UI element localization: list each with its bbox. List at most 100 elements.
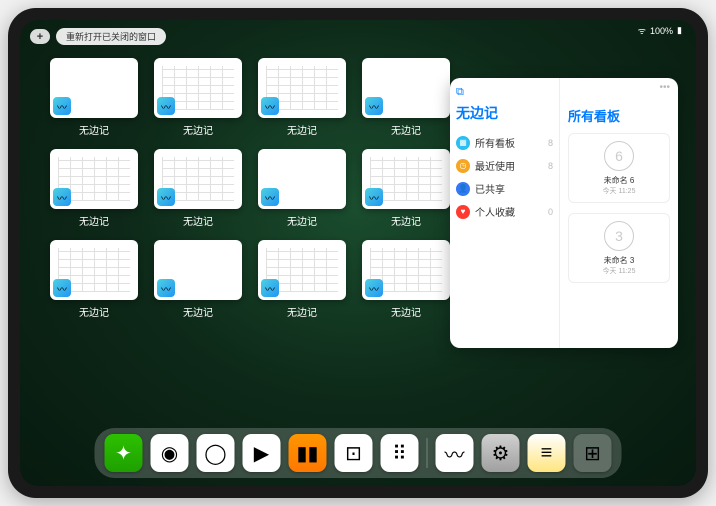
freeform-app-icon: 〰 bbox=[261, 279, 279, 297]
app-window-tile[interactable]: 〰无边记 bbox=[258, 149, 346, 228]
reopen-closed-window-pill[interactable]: 重新打开已关闭的窗口 bbox=[56, 28, 166, 45]
panel-sidebar: ⧉ 无边记 ▦ 所有看板 8 ◷ 最近使用 8 👤 已共享 ♥ 个人收藏 0 bbox=[450, 78, 560, 348]
person-icon: 👤 bbox=[456, 182, 470, 196]
ipad-frame: ᯤ 100% ▮ + 重新打开已关闭的窗口 〰无边记〰无边记〰无边记〰无边记〰无… bbox=[8, 8, 708, 498]
freeform-icon[interactable]: 〰 bbox=[436, 434, 474, 472]
window-thumbnail: 〰 bbox=[362, 58, 450, 118]
freeform-app-icon: 〰 bbox=[53, 188, 71, 206]
board-name: 未命名 6 bbox=[604, 175, 635, 186]
freeform-app-icon: 〰 bbox=[365, 188, 383, 206]
window-thumbnail: 〰 bbox=[50, 240, 138, 300]
app-window-tile[interactable]: 〰无边记 bbox=[50, 240, 138, 319]
window-thumbnail: 〰 bbox=[258, 58, 346, 118]
app-window-tile[interactable]: 〰无边记 bbox=[154, 240, 242, 319]
sidebar-toggle-icon[interactable]: ⧉ bbox=[456, 86, 553, 99]
grid-icon: ▦ bbox=[456, 136, 470, 150]
sidebar-item-grid[interactable]: ▦ 所有看板 8 bbox=[456, 131, 553, 154]
board-card[interactable]: 6 未命名 6今天 11:25 bbox=[568, 133, 670, 203]
app-switcher-grid: 〰无边记〰无边记〰无边记〰无边记〰无边记〰无边记〰无边记〰无边记〰无边记〰无边记… bbox=[50, 58, 450, 319]
ellipsis-icon[interactable]: ••• bbox=[659, 82, 670, 93]
app-window-tile[interactable]: 〰无边记 bbox=[362, 149, 450, 228]
app-window-tile[interactable]: 〰无边记 bbox=[50, 58, 138, 137]
freeform-app-icon: 〰 bbox=[365, 97, 383, 115]
app-window-tile[interactable]: 〰无边记 bbox=[258, 240, 346, 319]
battery-percent: 100% bbox=[650, 26, 673, 36]
nav-label: 最近使用 bbox=[475, 158, 515, 173]
window-thumbnail: 〰 bbox=[154, 240, 242, 300]
heart-icon: ♥ bbox=[456, 205, 470, 219]
window-thumbnail: 〰 bbox=[154, 58, 242, 118]
settings-icon[interactable]: ⚙ bbox=[482, 434, 520, 472]
tile-label: 无边记 bbox=[183, 304, 213, 319]
window-thumbnail: 〰 bbox=[50, 149, 138, 209]
app-window-tile[interactable]: 〰无边记 bbox=[362, 240, 450, 319]
tile-label: 无边记 bbox=[287, 122, 317, 137]
app-window-tile[interactable]: 〰无边记 bbox=[154, 149, 242, 228]
window-thumbnail: 〰 bbox=[258, 149, 346, 209]
books-icon[interactable]: ▮▮ bbox=[289, 434, 327, 472]
play-icon[interactable]: ▶ bbox=[243, 434, 281, 472]
freeform-app-icon: 〰 bbox=[261, 97, 279, 115]
window-thumbnail: 〰 bbox=[258, 240, 346, 300]
app-window-tile[interactable]: 〰无边记 bbox=[154, 58, 242, 137]
tile-label: 无边记 bbox=[287, 304, 317, 319]
board-thumbnail: 3 bbox=[604, 221, 634, 251]
freeform-app-icon: 〰 bbox=[157, 97, 175, 115]
sidebar-item-person[interactable]: 👤 已共享 bbox=[456, 177, 553, 200]
tile-label: 无边记 bbox=[391, 122, 421, 137]
wifi-icon: ᯤ bbox=[638, 24, 646, 37]
freeform-panel: ••• ⧉ 无边记 ▦ 所有看板 8 ◷ 最近使用 8 👤 已共享 ♥ 个人收藏 0 所有看板 6 未… bbox=[450, 78, 678, 348]
dots-icon[interactable]: ⠿ bbox=[381, 434, 419, 472]
status-bar: ᯤ 100% ▮ bbox=[638, 24, 682, 37]
screen: ᯤ 100% ▮ + 重新打开已关闭的窗口 〰无边记〰无边记〰无边记〰无边记〰无… bbox=[20, 20, 696, 486]
tile-label: 无边记 bbox=[79, 122, 109, 137]
window-thumbnail: 〰 bbox=[154, 149, 242, 209]
top-bar: + 重新打开已关闭的窗口 bbox=[30, 28, 166, 45]
tile-label: 无边记 bbox=[391, 304, 421, 319]
board-card[interactable]: 3未命名 3今天 11:25 bbox=[568, 213, 670, 283]
freeform-app-icon: 〰 bbox=[157, 188, 175, 206]
quark-hd-icon[interactable]: ◉ bbox=[151, 434, 189, 472]
board-time: 今天 11:25 bbox=[603, 266, 636, 276]
panel-content: 所有看板 6未命名 6今天 11:253未命名 3今天 11:25 bbox=[560, 78, 678, 348]
window-thumbnail: 〰 bbox=[362, 149, 450, 209]
freeform-app-icon: 〰 bbox=[365, 279, 383, 297]
battery-icon: ▮ bbox=[677, 25, 682, 36]
freeform-app-icon: 〰 bbox=[53, 279, 71, 297]
board-time: 今天 11:25 bbox=[603, 186, 636, 196]
nav-label: 所有看板 bbox=[475, 135, 515, 150]
tile-label: 无边记 bbox=[287, 213, 317, 228]
panel-right-title: 所有看板 bbox=[568, 106, 670, 125]
add-window-button[interactable]: + bbox=[30, 29, 50, 44]
tile-label: 无边记 bbox=[183, 213, 213, 228]
nav-label: 个人收藏 bbox=[475, 204, 515, 219]
nav-count: 8 bbox=[548, 138, 553, 148]
tile-label: 无边记 bbox=[79, 213, 109, 228]
quark-icon[interactable]: ◯ bbox=[197, 434, 235, 472]
sidebar-item-heart[interactable]: ♥ 个人收藏 0 bbox=[456, 200, 553, 223]
window-thumbnail: 〰 bbox=[362, 240, 450, 300]
nav-count: 0 bbox=[548, 207, 553, 217]
app-library-icon[interactable]: ⊞ bbox=[574, 434, 612, 472]
clock-icon: ◷ bbox=[456, 159, 470, 173]
app-window-tile[interactable]: 〰无边记 bbox=[362, 58, 450, 137]
app-window-tile[interactable]: 〰无边记 bbox=[258, 58, 346, 137]
tile-label: 无边记 bbox=[391, 213, 421, 228]
dock: ✦◉◯▶▮▮⊡⠿ 〰⚙≡⊞ bbox=[95, 428, 622, 478]
tile-label: 无边记 bbox=[79, 304, 109, 319]
app-window-tile[interactable]: 〰无边记 bbox=[50, 149, 138, 228]
window-thumbnail: 〰 bbox=[50, 58, 138, 118]
freeform-app-icon: 〰 bbox=[261, 188, 279, 206]
nav-label: 已共享 bbox=[475, 181, 505, 196]
wechat-icon[interactable]: ✦ bbox=[105, 434, 143, 472]
nav-count: 8 bbox=[548, 161, 553, 171]
tile-label: 无边记 bbox=[183, 122, 213, 137]
notes-icon[interactable]: ≡ bbox=[528, 434, 566, 472]
sidebar-item-clock[interactable]: ◷ 最近使用 8 bbox=[456, 154, 553, 177]
freeform-app-icon: 〰 bbox=[157, 279, 175, 297]
board-thumbnail: 6 bbox=[604, 141, 634, 171]
dock-separator bbox=[427, 438, 428, 468]
panel-title: 无边记 bbox=[456, 103, 553, 123]
dice-icon[interactable]: ⊡ bbox=[335, 434, 373, 472]
freeform-app-icon: 〰 bbox=[53, 97, 71, 115]
